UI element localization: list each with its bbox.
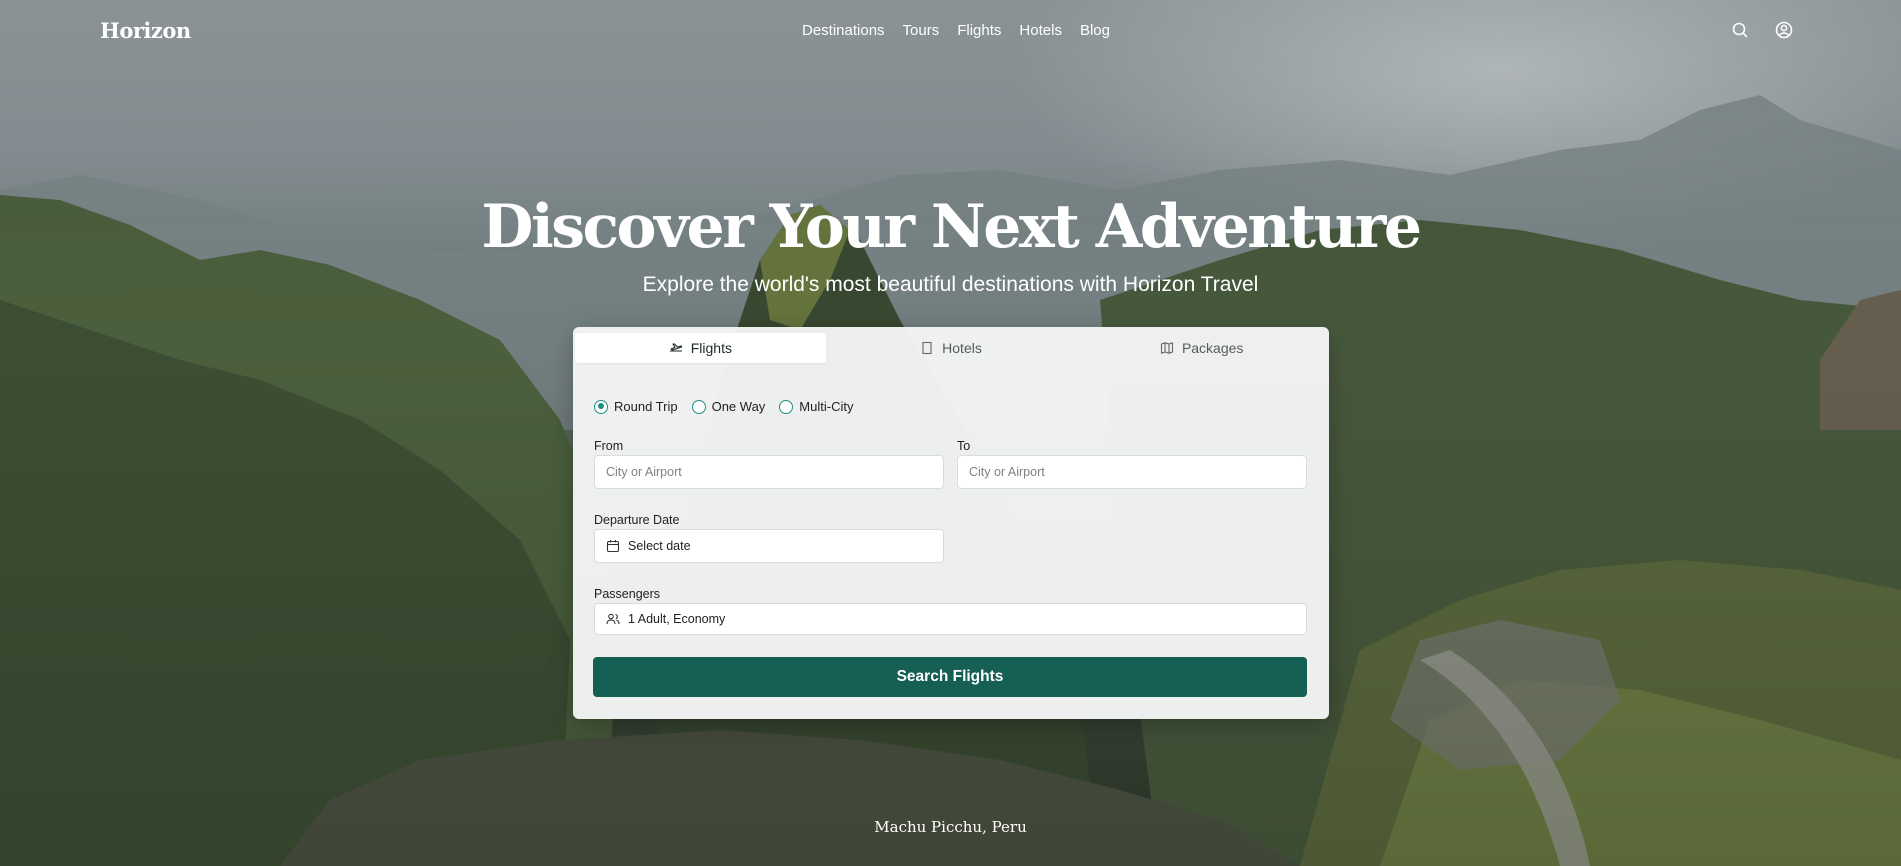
from-label: From [594,439,624,453]
passengers-label: Passengers [594,587,661,601]
tab-hotels-label: Hotels [942,340,982,356]
nav-link-tours[interactable]: Tours [903,22,940,39]
to-field[interactable] [957,455,1307,489]
departure-date-value: Select date [628,539,691,553]
radio-round-trip-label: Round Trip [614,399,678,414]
page-subtitle: Explore the world's most beautiful desti… [642,273,1259,296]
radio-indicator [691,399,706,414]
to-label: To [957,439,971,453]
radio-one-way-label: One Way [711,399,766,414]
map-icon [1160,342,1173,354]
passengers-selector[interactable]: 1 Adult, Economy [594,603,1307,635]
radio-multi-city[interactable]: Multi-City [779,399,853,414]
main-menu: Destinations Tours Flights Hotels Blog [802,22,1110,39]
calendar-icon [606,540,620,553]
departure-date-picker[interactable]: Select date [594,529,944,563]
to-input[interactable] [969,465,1273,479]
tab-packages[interactable]: Packages [1076,333,1327,363]
top-navigation: Horizon Destinations Tours Flights Hotel… [0,0,1901,62]
search-flights-button[interactable]: Search Flights [593,657,1307,697]
radio-round-trip[interactable]: Round Trip [594,399,678,414]
tab-flights[interactable]: Flights [575,333,826,363]
page-title: Discover Your Next Adventure [481,192,1422,262]
departure-date-label: Departure Date [594,513,680,527]
trip-type-group: Round Trip One Way Multi-City [594,399,853,414]
nav-link-flights[interactable]: Flights [957,22,1001,39]
tab-hotels[interactable]: Hotels [826,333,1077,363]
search-tabs: Flights Hotels Packages [575,333,1327,363]
nav-link-destinations[interactable]: Destinations [802,22,885,39]
location-caption: Machu Picchu, Peru [874,818,1027,836]
plane-icon [669,343,682,352]
nav-link-hotels[interactable]: Hotels [1019,22,1062,39]
building-icon [922,341,932,355]
tab-packages-label: Packages [1181,340,1244,356]
nav-link-blog[interactable]: Blog [1080,22,1110,39]
radio-indicator [779,399,794,414]
radio-selected-indicator [594,399,608,414]
users-icon [606,613,620,625]
from-field[interactable] [594,455,944,489]
radio-multi-city-label: Multi-City [799,399,854,414]
from-input[interactable] [606,465,910,479]
search-icon[interactable] [1730,20,1750,40]
passengers-value: 1 Adult, Economy [628,612,726,626]
user-icon[interactable] [1774,20,1794,40]
radio-one-way[interactable]: One Way [691,399,766,414]
tab-flights-label: Flights [690,340,732,356]
brand-logo[interactable]: Horizon [100,18,191,43]
search-panel: Flights Hotels Packages Round Trip One W… [573,327,1329,719]
